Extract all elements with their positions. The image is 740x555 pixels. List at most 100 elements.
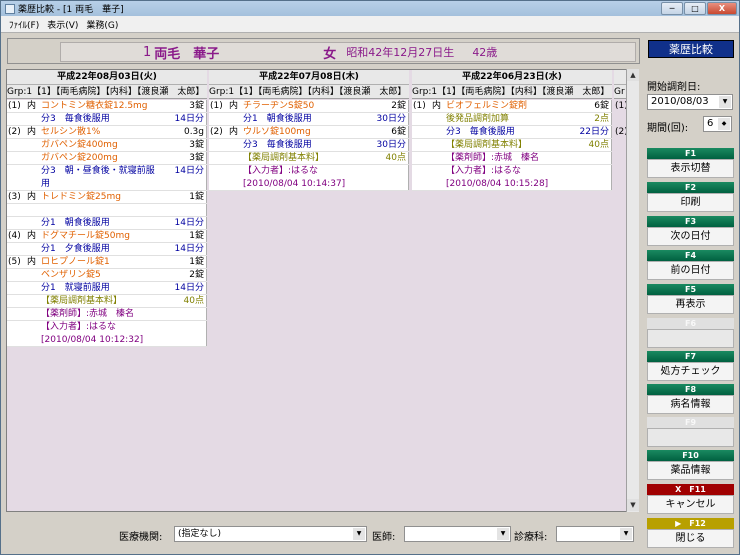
item-value: 2錠 xyxy=(391,101,406,111)
item-text: 【薬剤師】:赤城 榛名 xyxy=(41,309,135,319)
minimize-button[interactable]: ─ xyxy=(661,2,683,15)
header-label: 【1】【両毛病院】【内科】【渡良瀬 太郎】 xyxy=(234,87,407,97)
table-row[interactable]: 【薬局調剤基本料】 40点 xyxy=(412,139,612,152)
item-value: 1錠 xyxy=(189,192,204,202)
table-row[interactable]: 【薬剤師】:赤城 榛名 xyxy=(412,152,612,165)
table-row[interactable]: 【入力者】:はるな [2010/08/04 10:14:37] xyxy=(209,165,409,191)
menu-business[interactable]: 業務(G) xyxy=(86,18,118,31)
table-row[interactable]: 分3 毎食後服用 22日分 xyxy=(412,126,612,139)
menu-view[interactable]: 表示(V) xyxy=(47,18,78,31)
app-icon xyxy=(5,3,15,14)
column-header[interactable]: Grp:1【1】【両毛病院】【内科】【渡良瀬 太郎】 xyxy=(7,85,207,99)
function-key-9[interactable]: F9 xyxy=(647,417,734,448)
function-key-3[interactable]: F3 次の日付 xyxy=(647,216,734,247)
table-row[interactable]: 分3 朝・昼食後・就寝前服用 14日分 xyxy=(7,165,207,191)
start-date-label: 開始調剤日: xyxy=(647,82,701,93)
chevron-down-icon[interactable]: ▼ xyxy=(620,528,632,540)
item-text: ガバペン錠200mg xyxy=(41,153,118,163)
item-value: 14日分 xyxy=(174,166,204,176)
item-text: 【薬局調剤基本料】 xyxy=(446,140,528,150)
chevron-down-icon[interactable]: ▼ xyxy=(719,96,731,108)
close-button[interactable]: X xyxy=(707,2,737,15)
scroll-up-icon[interactable]: ▲ xyxy=(627,69,639,81)
table-row[interactable]: 【入力者】:はるな [2010/08/04 10:12:32] xyxy=(7,321,207,347)
date-header[interactable]: 平成22年06月23日(水) xyxy=(412,70,612,85)
table-row[interactable]: (2) 内セルシン散1% 0.3g xyxy=(7,126,207,139)
filter-bar: 医療機関: (指定なし) ▼ 医師: ▼ 診療科: ▼ xyxy=(6,523,639,547)
doctor-select[interactable]: ▼ xyxy=(404,526,511,542)
table-row[interactable] xyxy=(7,204,207,217)
item-text: 後発品調剤加算 xyxy=(446,114,510,124)
table-row[interactable]: (5) 内ロヒプノール錠1 1錠 xyxy=(7,256,207,269)
table-row[interactable]: 後発品調剤加算 2点 xyxy=(412,113,612,126)
fkey-label: F7 xyxy=(647,351,734,362)
group-number: (1) xyxy=(413,101,426,111)
table-row[interactable]: (4) 内ドグマチール錠50mg 1錠 xyxy=(7,230,207,243)
column-header[interactable]: Grp:1【1】【両毛病院】【内科】【渡良瀬 太郎】 xyxy=(412,85,612,99)
table-row[interactable]: (3) 内トレドミン錠25mg 1錠 xyxy=(7,191,207,204)
fkey-label: F10 xyxy=(647,450,734,461)
function-key-8[interactable]: F8 病名情報 xyxy=(647,384,734,415)
institution-label: 医療機関: xyxy=(119,532,163,543)
grp-label: Grp:1 xyxy=(7,87,33,97)
scroll-down-icon[interactable]: ▼ xyxy=(627,499,639,511)
table-row[interactable]: 分1 朝食後服用 30日分 xyxy=(209,113,409,126)
function-key-2[interactable]: F2 印刷 xyxy=(647,182,734,213)
item-value: 14日分 xyxy=(174,283,204,293)
institution-select[interactable]: (指定なし) ▼ xyxy=(174,526,367,542)
item-text-2: [2010/08/04 10:15:28] xyxy=(446,179,549,189)
table-row[interactable]: ガバペン錠400mg 3錠 xyxy=(7,139,207,152)
function-key-4[interactable]: F4 前の日付 xyxy=(647,250,734,281)
table-row[interactable]: (2) 内ウルソ錠100mg 6錠 xyxy=(209,126,409,139)
item-value: 40点 xyxy=(183,296,204,306)
route-label: 内 xyxy=(27,101,37,111)
function-key-11[interactable]: X F11 キャンセル xyxy=(647,484,734,515)
patient-name: 両毛 華子 xyxy=(154,46,220,62)
item-text: 【入力者】:はるな xyxy=(41,322,117,332)
function-key-7[interactable]: F7 処方チェック xyxy=(647,351,734,382)
patient-bar: 1 両毛 華子 女 昭和42年12月27日生 42歳 xyxy=(7,38,640,64)
dept-select[interactable]: ▼ xyxy=(556,526,634,542)
function-key-1[interactable]: F1 表示切替 xyxy=(647,148,734,179)
function-key-5[interactable]: F5 再表示 xyxy=(647,284,734,315)
table-row[interactable]: ベンザリン錠5 2錠 xyxy=(7,269,207,282)
table-row[interactable]: 【薬局調剤基本料】 40点 xyxy=(7,295,207,308)
chevron-down-icon[interactable]: ▼ xyxy=(353,528,365,540)
item-text: 分1 就寝前服用 xyxy=(41,283,110,293)
table-row[interactable]: (1) 内チラーヂンS錠50 2錠 xyxy=(209,100,409,113)
period-stepper[interactable]: 6 ◆ xyxy=(703,116,732,132)
table-row[interactable]: 分3 毎食後服用 14日分 xyxy=(7,113,207,126)
table-row[interactable]: 分1 朝食後服用 14日分 xyxy=(7,217,207,230)
function-key-12[interactable]: ▶ F12 閉じる xyxy=(647,518,734,549)
item-text: 分1 朝食後服用 xyxy=(243,114,312,124)
table-row[interactable]: (1) 内ビオフェルミン錠剤 6錠 xyxy=(412,100,612,113)
table-row[interactable]: 分1 夕食後服用 14日分 xyxy=(7,243,207,256)
date-header[interactable]: 平成22年07月08日(木) xyxy=(209,70,409,85)
item-value: 14日分 xyxy=(174,218,204,228)
function-key-10[interactable]: F10 薬品情報 xyxy=(647,450,734,481)
chevron-down-icon[interactable]: ▼ xyxy=(497,528,509,540)
item-text: 分3 毎食後服用 xyxy=(41,114,110,124)
route-label: 内 xyxy=(27,127,37,137)
start-date-select[interactable]: 2010/08/03 ▼ xyxy=(647,94,733,110)
fkey-action: 次の日付 xyxy=(647,227,734,246)
item-value: 0.3g xyxy=(183,127,204,137)
panel-title: 薬歴比較 xyxy=(648,40,734,58)
fkey-action: キャンセル xyxy=(647,495,734,514)
table-row[interactable]: 【薬剤師】:赤城 榛名 xyxy=(7,308,207,321)
grid-scrollbar[interactable]: ▲ ▼ xyxy=(626,69,639,512)
table-row[interactable]: 分1 就寝前服用 14日分 xyxy=(7,282,207,295)
menu-file[interactable]: ﾌｧｲﾙ(F) xyxy=(9,18,39,31)
table-row[interactable]: 【入力者】:はるな [2010/08/04 10:15:28] xyxy=(412,165,612,191)
column-header[interactable]: Grp:1【1】【両毛病院】【内科】【渡良瀬 太郎】 xyxy=(209,85,409,99)
table-row[interactable]: (1) 内コントミン糖衣錠12.5mg 3錠 xyxy=(7,100,207,113)
table-row[interactable]: ガバペン錠200mg 3錠 xyxy=(7,152,207,165)
item-value: 6錠 xyxy=(594,101,609,111)
route-label: 内 xyxy=(27,257,37,267)
table-row[interactable]: 分3 毎食後服用 30日分 xyxy=(209,139,409,152)
maximize-button[interactable]: □ xyxy=(684,2,706,15)
function-key-6[interactable]: F6 xyxy=(647,318,734,349)
table-row[interactable]: 【薬局調剤基本料】 40点 xyxy=(209,152,409,165)
date-header[interactable]: 平成22年08月03日(火) xyxy=(7,70,207,85)
stepper-icon[interactable]: ◆ xyxy=(718,118,730,130)
